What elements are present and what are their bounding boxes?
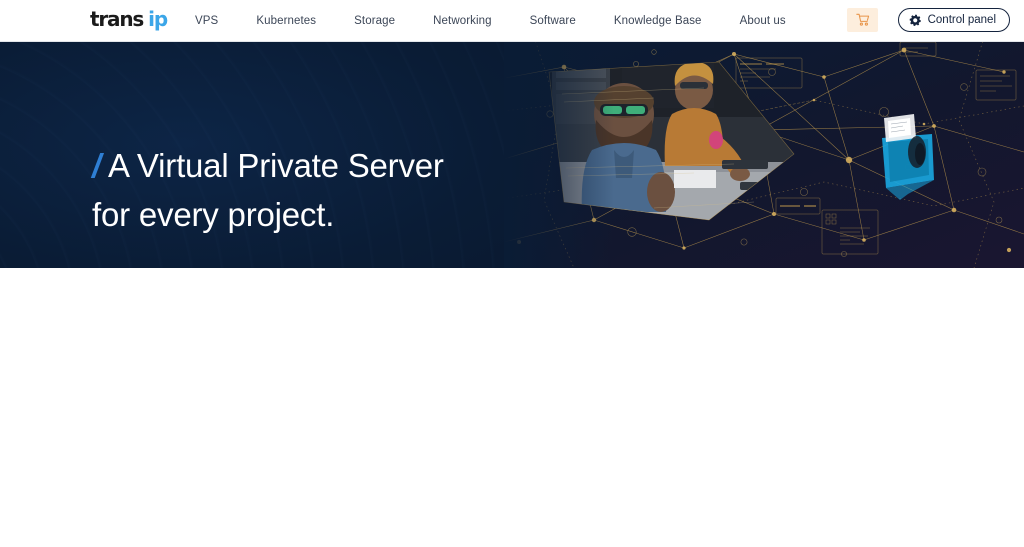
discover-section: /Discover our self-managed VPS. Give you… <box>0 268 1024 547</box>
gear-icon <box>909 14 921 26</box>
hero-slash-accent: / <box>92 147 101 184</box>
hero-heading-line-2: for every project. <box>92 195 335 233</box>
hero-heading-line-1-text: A Virtual Private Server <box>107 147 444 184</box>
logo-text-trans: trans <box>90 7 144 31</box>
hero-network-graphic <box>504 42 1024 268</box>
hero-image <box>504 42 1024 268</box>
hero-heading: / A Virtual Private Server for every proj… <box>92 142 444 239</box>
nav-item-networking[interactable]: Networking <box>433 15 492 27</box>
control-panel-label: Control panel <box>927 14 996 26</box>
nav-item-about-us[interactable]: About us <box>740 15 786 27</box>
nav-item-software[interactable]: Software <box>530 15 576 27</box>
nav-item-storage[interactable]: Storage <box>354 15 395 27</box>
top-navbar: trans ip VPS Kubernetes Storage Networki… <box>0 0 1024 42</box>
nav-item-kubernetes[interactable]: Kubernetes <box>256 15 316 27</box>
hero-heading-line-1: / A Virtual Private Server <box>92 142 444 191</box>
nav-item-knowledge-base[interactable]: Knowledge Base <box>614 15 702 27</box>
hero-section: / A Virtual Private Server for every proj… <box>0 42 1024 268</box>
control-panel-button[interactable]: Control panel <box>897 8 1010 32</box>
logo-text-ip: ip <box>148 7 168 31</box>
nav-item-vps[interactable]: VPS <box>195 15 218 27</box>
cart-button[interactable] <box>847 8 878 32</box>
transip-logo[interactable]: trans ip <box>90 7 168 31</box>
nav-links: VPS Kubernetes Storage Networking Softwa… <box>195 0 786 42</box>
shopping-cart-icon <box>855 13 869 26</box>
